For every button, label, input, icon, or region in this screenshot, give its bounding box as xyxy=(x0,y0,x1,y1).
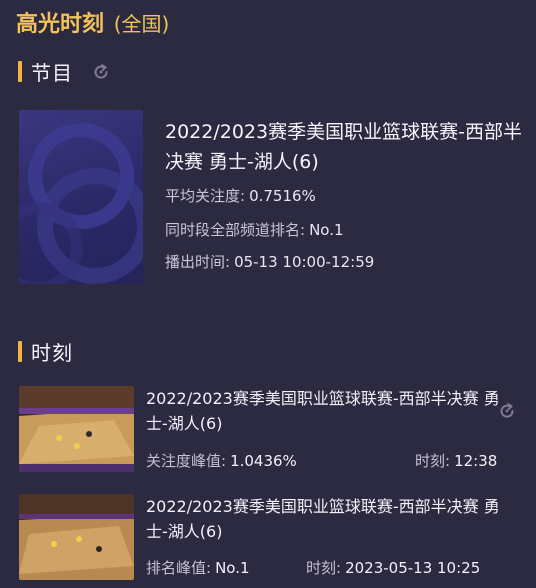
avg-attention-value: 0.7516% xyxy=(249,187,316,205)
attention-peak-label: 关注度峰值: xyxy=(146,452,227,470)
section-accent-bar xyxy=(18,340,22,362)
moment-rank-peak: 排名峰值: No.1 xyxy=(146,557,250,578)
channel-rank-label: 同时段全部频道排名: xyxy=(165,221,306,239)
air-time-label: 播出时间: xyxy=(165,253,231,271)
page-scope: (全国) xyxy=(113,12,170,36)
moment-time-label: 时刻: xyxy=(415,452,451,470)
moment-time: 时刻: 12:38 xyxy=(415,450,497,471)
avg-attention: 平均关注度: 0.7516% xyxy=(165,185,316,206)
refresh-icon[interactable] xyxy=(91,62,111,82)
program-section-title: 节目 xyxy=(31,60,73,85)
rank-peak-value: No.1 xyxy=(215,559,250,577)
program-section-header: 节目 xyxy=(18,59,73,85)
program-title[interactable]: 2022/2023赛季美国职业篮球联赛-西部半决赛 勇士-湖人(6) xyxy=(165,117,530,177)
program-poster-image[interactable] xyxy=(19,110,143,284)
moment-thumbnail[interactable] xyxy=(19,494,134,580)
section-accent-bar xyxy=(18,60,22,82)
avg-attention-label: 平均关注度: xyxy=(165,187,246,205)
channel-rank-value: No.1 xyxy=(309,221,344,239)
refresh-icon[interactable] xyxy=(497,401,517,421)
rank-peak-label: 排名峰值: xyxy=(146,559,212,577)
moments-section-header: 时刻 xyxy=(18,339,73,365)
moment-thumbnail[interactable] xyxy=(19,386,134,472)
attention-peak-value: 1.0436% xyxy=(230,452,297,470)
page-title-text: 高光时刻 xyxy=(16,12,105,37)
moment-time-value: 2023-05-13 10:25 xyxy=(345,559,481,577)
air-time: 播出时间: 05-13 10:00-12:59 xyxy=(165,251,374,272)
moment-attention-peak: 关注度峰值: 1.0436% xyxy=(146,450,297,471)
page-title: 高光时刻 (全国) xyxy=(16,6,169,38)
moments-section-title: 时刻 xyxy=(31,340,73,365)
moment-time-value: 12:38 xyxy=(454,452,498,470)
air-time-value: 05-13 10:00-12:59 xyxy=(234,253,375,271)
channel-rank: 同时段全部频道排名: No.1 xyxy=(165,219,344,240)
moment-title[interactable]: 2022/2023赛季美国职业篮球联赛-西部半决赛 勇士-湖人(6) xyxy=(146,386,501,436)
moment-time-label: 时刻: xyxy=(306,559,342,577)
moment-time: 时刻: 2023-05-13 10:25 xyxy=(306,557,480,578)
moment-title[interactable]: 2022/2023赛季美国职业篮球联赛-西部半决赛 勇士-湖人(6) xyxy=(146,494,501,544)
